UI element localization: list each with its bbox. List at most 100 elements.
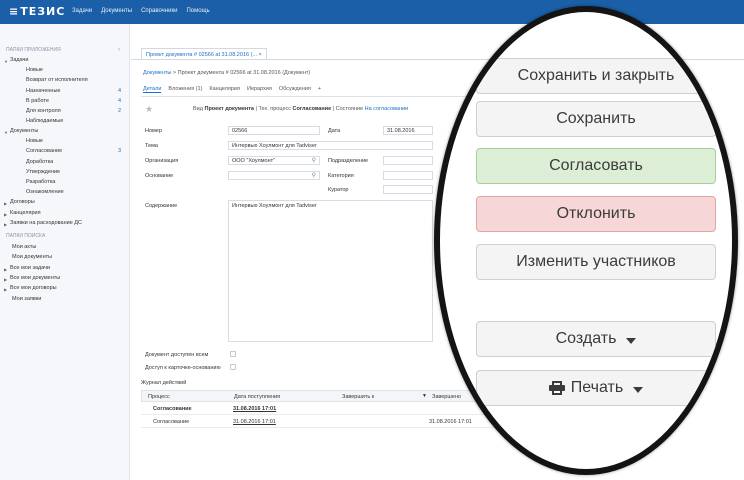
- sidebar-item-label: Возврат от исполнителя: [26, 77, 88, 83]
- tab-details[interactable]: Детали: [143, 86, 162, 93]
- sidebar-item-tasks-returned[interactable]: Возврат от исполнителя: [0, 77, 130, 86]
- app-logo-text: ТЕЗИС: [20, 5, 66, 18]
- access-all-label: Документ доступен всем: [145, 352, 209, 358]
- journal-cell-received[interactable]: 31.08.2016 17:01: [233, 406, 276, 412]
- access-all-checkbox[interactable]: [230, 351, 236, 357]
- sidebar-group-documents[interactable]: ▼ Документы: [0, 128, 130, 137]
- menu-item-tasks[interactable]: Задачи: [72, 8, 92, 14]
- sidebar-item-tasks-in-progress[interactable]: В работе 4: [0, 98, 130, 107]
- tab-office[interactable]: Канцелярия: [209, 86, 240, 93]
- magnifier-lens: Сохранить и закрыть Сохранить Согласоват…: [434, 6, 738, 475]
- collapsed-caret-icon: ▶: [4, 222, 8, 227]
- reject-button[interactable]: Отклонить: [476, 196, 716, 232]
- state-value-link[interactable]: На согласовании: [365, 106, 409, 112]
- collapsed-caret-icon: ▶: [4, 287, 8, 292]
- journal-cell-process: Согласование: [153, 406, 192, 412]
- document-status-row: Вид Проект документа | Тех. процесс Согл…: [193, 106, 408, 112]
- sidebar-item-docs-new[interactable]: Новые: [0, 138, 130, 147]
- journal-header-done[interactable]: Завершено: [432, 394, 461, 400]
- sidebar-item-label: Согласование: [26, 148, 63, 154]
- sidebar-group-tasks[interactable]: ▼ Задачи: [0, 57, 130, 66]
- menu-item-help[interactable]: Помощь: [186, 8, 209, 14]
- organization-value: ООО "Хоулмонт": [232, 158, 276, 164]
- journal-cell-done: 31.08.2016 17:01: [429, 419, 472, 425]
- sidebar-group-all-my-contracts[interactable]: ▶ Все мои договоры: [0, 285, 130, 294]
- menu-item-documents[interactable]: Документы: [101, 8, 132, 14]
- save-button[interactable]: Сохранить: [476, 101, 716, 137]
- tab-hierarchy[interactable]: Иерархия: [247, 86, 272, 93]
- basis-field[interactable]: ⚲: [228, 171, 320, 180]
- sidebar-item-tasks-new[interactable]: Новые: [0, 67, 130, 76]
- change-participants-button[interactable]: Изменить участников: [476, 244, 716, 280]
- content-textarea[interactable]: Интервью Хоулмонт для Tadviser: [228, 200, 433, 342]
- sort-down-icon[interactable]: ▼: [422, 393, 427, 399]
- process-value: Согласование: [292, 106, 332, 112]
- app-logo[interactable]: ≡ТЕЗИС: [9, 5, 65, 18]
- theme-field[interactable]: Интервью Хоулмонт для Tadviser: [228, 141, 433, 150]
- journal-cell-received[interactable]: 31.08.2016 17:01: [233, 419, 276, 425]
- create-label: Создать: [555, 330, 617, 347]
- date-field[interactable]: 31.08.2016: [383, 126, 433, 135]
- save-and-close-button[interactable]: Сохранить и закрыть: [476, 58, 716, 94]
- create-dropdown-button[interactable]: Создать: [476, 321, 716, 357]
- sidebar-item-count: 4: [117, 98, 121, 104]
- sidebar-group-all-my-tasks[interactable]: ▶ Все мои задачи: [0, 265, 130, 274]
- access-card-label: Доступ к карточке-основанию: [145, 365, 221, 371]
- menu-item-references[interactable]: Справочники: [141, 8, 177, 14]
- breadcrumb-documents-link[interactable]: Документы: [143, 70, 171, 76]
- search-icon[interactable]: ⚲: [312, 172, 316, 179]
- sidebar-group-office[interactable]: ▶ Канцелярия: [0, 210, 130, 219]
- number-label: Номер: [145, 128, 162, 134]
- sidebar-item-my-acts[interactable]: Мои акты: [0, 244, 130, 253]
- curator-field[interactable]: [383, 185, 433, 194]
- sidebar-item-my-requests[interactable]: Мои заявки: [0, 296, 130, 305]
- sidebar-item-tasks-assigned[interactable]: Назначенные 4: [0, 88, 130, 97]
- sidebar-item-docs-approval[interactable]: Согласование 3: [0, 148, 130, 157]
- category-field[interactable]: [383, 171, 433, 180]
- tab-attachments[interactable]: Вложения (1): [168, 86, 202, 93]
- basis-label: Основание: [145, 173, 174, 179]
- breadcrumb: Документы > Проект документа # 02566 at …: [143, 70, 310, 76]
- number-field[interactable]: 02566: [228, 126, 320, 135]
- organization-field[interactable]: ООО "Хоулмонт" ⚲: [228, 156, 320, 165]
- sidebar-group-contracts[interactable]: ▶ Договоры: [0, 199, 130, 208]
- approve-button[interactable]: Согласовать: [476, 148, 716, 184]
- sidebar-group-label: Все мои задачи: [10, 265, 51, 271]
- sidebar-group-label: Документы: [10, 128, 39, 134]
- favorite-star-icon[interactable]: ★: [145, 104, 153, 115]
- journal-header-due[interactable]: Завершить к: [342, 394, 374, 400]
- journal-header-received[interactable]: Дата поступления: [234, 394, 280, 400]
- sidebar-item-count: 4: [117, 88, 121, 94]
- department-field[interactable]: [383, 156, 433, 165]
- sidebar-group-requests[interactable]: ▶ Заявки на расходование ДС: [0, 220, 130, 229]
- search-icon[interactable]: ⚲: [312, 157, 316, 164]
- journal-cell-process: Согласование: [153, 419, 190, 425]
- collapse-sidebar-icon[interactable]: ‹: [118, 47, 120, 53]
- add-tab-button[interactable]: +: [318, 86, 321, 93]
- sidebar-item-label: Ознакомление: [26, 189, 64, 195]
- sidebar-item-count: 3: [117, 148, 121, 154]
- sidebar-item-docs-development[interactable]: Разработка: [0, 179, 130, 188]
- sidebar-item-label: Мои документы: [12, 254, 53, 260]
- sidebar-section-app-folders: ПАПКИ ПРИЛОЖЕНИЯ ‹: [0, 47, 130, 56]
- sidebar-group-label: Все мои договоры: [10, 285, 57, 291]
- sidebar-group-label: Договоры: [10, 199, 35, 205]
- sidebar-item-label: В работе: [26, 98, 49, 104]
- sidebar-item-docs-revision[interactable]: Доработка: [0, 159, 130, 168]
- sidebar-item-docs-confirmation[interactable]: Утверждение: [0, 169, 130, 178]
- sidebar-item-my-documents[interactable]: Мои документы: [0, 254, 130, 263]
- journal-header-process[interactable]: Процесс: [148, 394, 170, 400]
- sidebar-item-docs-familiarization[interactable]: Ознакомление: [0, 189, 130, 198]
- access-card-checkbox[interactable]: [230, 364, 236, 370]
- tab-discussions[interactable]: Обсуждения: [279, 86, 311, 93]
- date-label: Дата: [328, 128, 341, 134]
- sidebar-item-tasks-control[interactable]: Для контроля 2: [0, 108, 130, 117]
- print-label: Печать: [570, 379, 624, 396]
- print-dropdown-button[interactable]: Печать: [476, 370, 716, 406]
- curator-label: Куратор: [328, 187, 349, 193]
- menu-bars-icon: ≡: [9, 5, 20, 18]
- sidebar-item-tasks-observed[interactable]: Наблюдаемые: [0, 118, 130, 127]
- sidebar-group-all-my-documents[interactable]: ▶ Все мои документы: [0, 275, 130, 284]
- collapsed-caret-icon: ▶: [4, 212, 8, 217]
- kind-label: Вид: [193, 106, 203, 112]
